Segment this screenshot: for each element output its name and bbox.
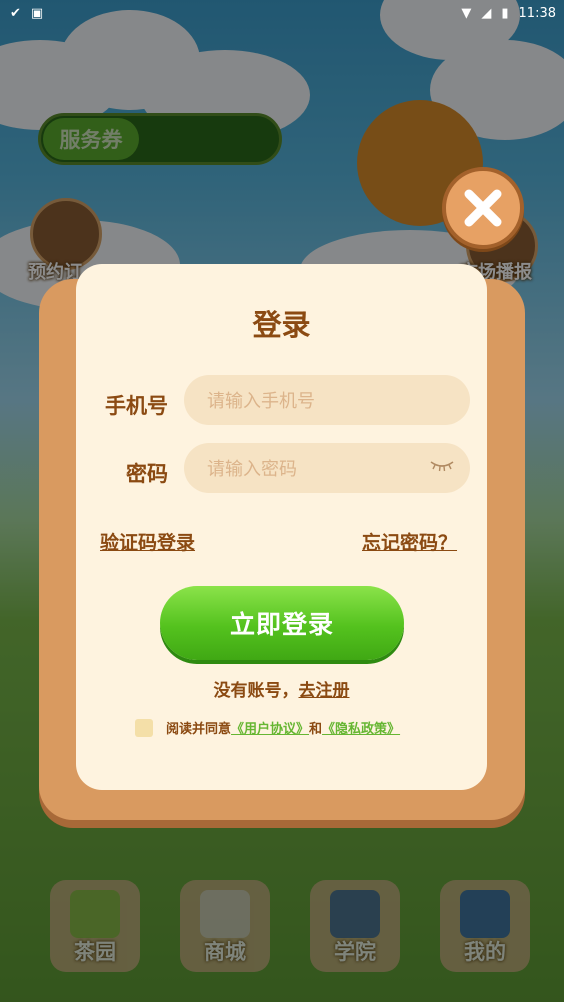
check-icon: ✔ (10, 5, 21, 21)
close-icon (464, 189, 502, 227)
battery-icon: ▮ (501, 5, 509, 21)
wifi-icon: ▼ (461, 5, 472, 21)
agree-text: 阅读并同意 (166, 722, 232, 737)
register-link[interactable]: 去注册 (299, 681, 350, 701)
user-agreement-link[interactable]: 《用户协议》 (231, 718, 309, 737)
phone-input[interactable]: 请输入手机号 (184, 375, 470, 425)
app-notification-icon: ▣ (30, 5, 44, 21)
status-bar: ✔ ▣ ▼ ◢ ▮ 11:38 (0, 0, 564, 26)
login-button[interactable]: 立即登录 (160, 586, 404, 660)
clock: 11:38 (518, 5, 556, 21)
agreement-row: 阅读并同意 《用户协议》 和 《隐私政策》 (135, 718, 400, 737)
privacy-policy-link[interactable]: 《隐私政策》 (322, 718, 400, 737)
no-account-text: 没有账号， (213, 681, 299, 701)
password-input[interactable]: 请输入密码 (184, 443, 470, 493)
phone-label: 手机号 (105, 394, 168, 418)
login-dialog: 登录 手机号 请输入手机号 密码 请输入密码 验证码登录 忘记密码？ 立即登录 … (76, 264, 487, 790)
dialog-title: 登录 (252, 308, 311, 342)
agree-checkbox[interactable] (135, 718, 153, 737)
and-text: 和 (309, 722, 323, 737)
eye-closed-icon[interactable] (430, 460, 454, 472)
register-row: 没有账号，去注册 (76, 676, 487, 701)
forgot-password-link[interactable]: 忘记密码？ (362, 528, 457, 555)
signal-icon: ◢ (481, 5, 492, 21)
phone-placeholder: 请输入手机号 (207, 391, 315, 412)
code-login-link[interactable]: 验证码登录 (100, 528, 195, 555)
password-label: 密码 (126, 462, 168, 486)
password-placeholder: 请输入密码 (207, 459, 297, 480)
close-button[interactable] (442, 167, 524, 249)
